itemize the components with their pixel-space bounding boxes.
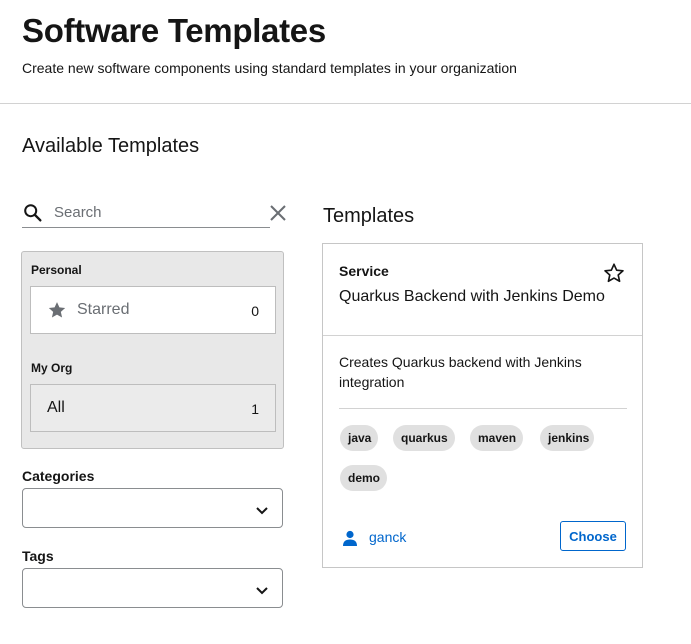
categories-select[interactable] bbox=[22, 488, 283, 528]
tag-chip: java bbox=[340, 425, 378, 451]
tag-chip: jenkins bbox=[540, 425, 594, 451]
software-templates-page: Software Templates Create new software c… bbox=[0, 0, 691, 644]
filter-item-all[interactable]: All 1 bbox=[30, 384, 276, 432]
tag-chip: quarkus bbox=[393, 425, 455, 451]
templates-heading: Templates bbox=[323, 205, 415, 227]
card-header: Service Quarkus Backend with Jenkins Dem… bbox=[323, 244, 642, 336]
personal-group-label: Personal bbox=[31, 263, 82, 277]
filter-item-label: All bbox=[47, 399, 65, 416]
user-icon bbox=[343, 530, 357, 546]
categories-label: Categories bbox=[22, 468, 95, 484]
owner-link[interactable]: ganck bbox=[369, 529, 406, 545]
filter-item-starred[interactable]: Starred 0 bbox=[30, 286, 276, 334]
tag-chip: maven bbox=[470, 425, 523, 451]
filter-item-label: Starred bbox=[77, 301, 130, 318]
tags-label: Tags bbox=[22, 548, 54, 564]
card-description: Creates Quarkus backend with Jenkins int… bbox=[339, 354, 582, 390]
search-box bbox=[22, 198, 286, 228]
filter-item-count: 1 bbox=[251, 401, 259, 417]
filter-panel: Personal Starred 0 My Org All 1 bbox=[21, 251, 284, 449]
available-templates-heading: Available Templates bbox=[22, 135, 200, 157]
card-type: Service bbox=[339, 263, 389, 279]
page-title: Software Templates bbox=[22, 12, 326, 49]
choose-button[interactable]: Choose bbox=[560, 521, 626, 551]
my-org-group-label: My Org bbox=[31, 361, 73, 375]
star-icon bbox=[48, 302, 66, 318]
search-input[interactable] bbox=[54, 201, 234, 223]
star-outline-icon[interactable] bbox=[603, 262, 625, 284]
card-divider bbox=[339, 408, 627, 409]
template-card: Service Quarkus Backend with Jenkins Dem… bbox=[322, 243, 643, 568]
clear-search-icon[interactable] bbox=[268, 203, 288, 223]
chevron-down-icon bbox=[256, 507, 268, 515]
page-header: Software Templates Create new software c… bbox=[0, 0, 691, 104]
tag-chip: demo bbox=[340, 465, 387, 491]
card-title: Quarkus Backend with Jenkins Demo bbox=[339, 288, 605, 305]
search-icon bbox=[24, 204, 42, 222]
filter-item-count: 0 bbox=[251, 303, 259, 319]
chevron-down-icon bbox=[256, 587, 268, 595]
tags-select[interactable] bbox=[22, 568, 283, 608]
page-subtitle: Create new software components using sta… bbox=[22, 60, 517, 76]
